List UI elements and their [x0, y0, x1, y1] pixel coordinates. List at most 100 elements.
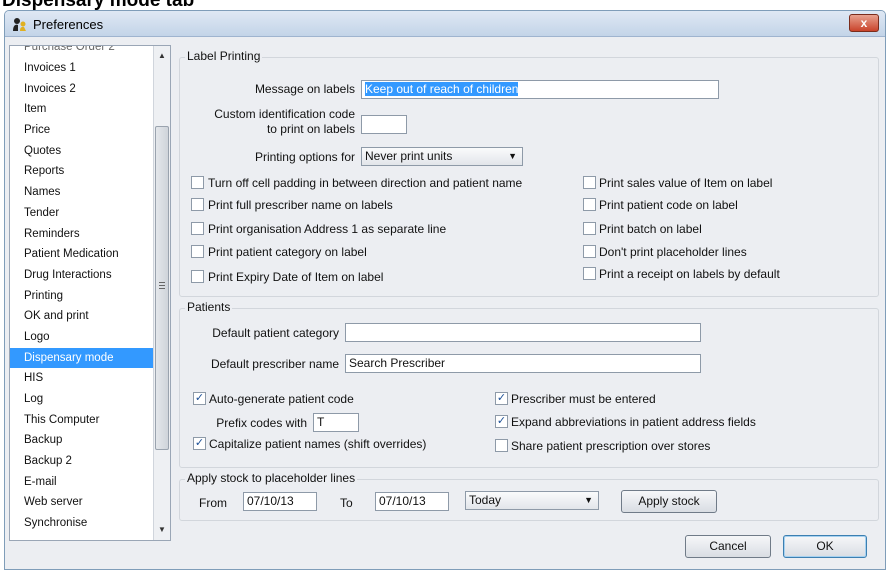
printing-options-label: Printing options for	[254, 150, 355, 164]
prefix-label: Prefix codes with	[216, 416, 307, 430]
apply-stock-title: Apply stock to placeholder lines	[185, 471, 358, 485]
checkbox-patient-code-label: Print patient code on label	[599, 198, 738, 212]
sidebar-item-quotes[interactable]: Quotes	[10, 141, 154, 162]
from-date-input[interactable]: 07/10/13	[243, 492, 317, 511]
checkbox-full-prescriber-label: Print full prescriber name on labels	[208, 198, 393, 212]
checkbox-sales-value[interactable]	[583, 176, 596, 189]
sidebar-item-drug-interactions[interactable]: Drug Interactions	[10, 265, 154, 286]
period-select[interactable]: Today ▼	[465, 491, 599, 510]
preferences-window: Preferences x Purchase Order 2 Invoices 1…	[4, 10, 886, 570]
sidebar-item-synchronise[interactable]: Synchronise	[10, 513, 154, 534]
checkbox-prescriber-required[interactable]: ✓	[495, 392, 508, 405]
sidebar-item-reports[interactable]: Reports	[10, 161, 154, 182]
scroll-up-icon[interactable]: ▲	[154, 48, 170, 64]
sidebar-item-tender[interactable]: Tender	[10, 203, 154, 224]
checkmark-icon: ✓	[194, 392, 205, 404]
checkbox-auto-generate-label: Auto-generate patient code	[209, 392, 354, 406]
sidebar-item-dispensary-mode[interactable]: Dispensary mode	[10, 347, 154, 369]
sidebar-item-purchase-order-2[interactable]: Purchase Order 2	[10, 46, 154, 58]
checkbox-expiry-date-label: Print Expiry Date of Item on label	[208, 270, 384, 284]
checkbox-expiry-date[interactable]	[191, 270, 204, 283]
close-button[interactable]: x	[849, 14, 879, 32]
cancel-button[interactable]: Cancel	[685, 535, 771, 558]
checkbox-expand-abbrev-label: Expand abbreviations in patient address …	[511, 415, 756, 429]
sidebar-item-backup[interactable]: Backup	[10, 430, 154, 451]
checkbox-auto-generate[interactable]: ✓	[193, 392, 206, 405]
message-label: Message on labels	[254, 82, 355, 96]
to-date-input[interactable]: 07/10/13	[375, 492, 449, 511]
sidebar-list: Purchase Order 2 Invoices 1 Invoices 2 Item…	[10, 46, 154, 534]
checkbox-share-prescription[interactable]	[495, 439, 508, 452]
sidebar-item-invoices-2[interactable]: Invoices 2	[10, 79, 154, 100]
checkbox-capitalize[interactable]: ✓	[193, 437, 206, 450]
checkbox-full-prescriber[interactable]	[191, 198, 204, 211]
message-input[interactable]: Keep out of reach of children	[361, 80, 719, 99]
sidebar-item-backup-2[interactable]: Backup 2	[10, 451, 154, 472]
sidebar-item-price[interactable]: Price	[10, 120, 154, 141]
checkbox-patient-category[interactable]	[191, 245, 204, 258]
sidebar-item-item[interactable]: Item	[10, 99, 154, 120]
checkbox-org-address[interactable]	[191, 222, 204, 235]
checkbox-placeholder-lines-label: Don't print placeholder lines	[599, 245, 747, 259]
checkbox-receipt-label: Print a receipt on labels by default	[599, 267, 780, 281]
checkbox-patient-code[interactable]	[583, 198, 596, 211]
sidebar-item-e-mail[interactable]: E-mail	[10, 472, 154, 493]
chevron-down-icon: ▼	[508, 151, 517, 161]
chevron-down-icon: ▼	[584, 495, 593, 505]
ok-button[interactable]: OK	[783, 535, 867, 558]
scroll-thumb[interactable]	[155, 126, 169, 450]
checkbox-prescriber-required-label: Prescriber must be entered	[511, 392, 656, 406]
checkbox-batch[interactable]	[583, 222, 596, 235]
scroll-down-icon[interactable]: ▼	[154, 522, 170, 538]
window-title: Preferences	[33, 17, 104, 32]
checkbox-expand-abbrev[interactable]: ✓	[495, 415, 508, 428]
checkbox-receipt[interactable]	[583, 267, 596, 280]
checkmark-icon: ✓	[496, 415, 507, 427]
title-bar: Preferences x	[5, 11, 885, 37]
sidebar-item-this-computer[interactable]: This Computer	[10, 410, 154, 431]
custom-code-input[interactable]	[361, 115, 407, 134]
app-icon	[13, 18, 26, 31]
default-category-input[interactable]	[345, 323, 701, 342]
sidebar-item-ok-and-print[interactable]: OK and print	[10, 306, 154, 327]
checkbox-cell-padding-label: Turn off cell padding in between directi…	[208, 176, 523, 190]
checkbox-placeholder-lines[interactable]	[583, 245, 596, 258]
default-prescriber-label: Default prescriber name	[210, 357, 339, 371]
sidebar-item-his[interactable]: HIS	[10, 368, 154, 389]
default-prescriber-input[interactable]: Search Prescriber	[345, 354, 701, 373]
sidebar-scrollbar[interactable]: ▲ ▼	[153, 46, 170, 540]
grip-icon	[159, 282, 165, 289]
sidebar-item-reminders[interactable]: Reminders	[10, 224, 154, 245]
message-value: Keep out of reach of children	[365, 82, 519, 96]
to-label: To	[340, 496, 353, 510]
sidebar-item-names[interactable]: Names	[10, 182, 154, 203]
sidebar-item-printing[interactable]: Printing	[10, 286, 154, 307]
checkmark-icon: ✓	[194, 437, 205, 449]
page-heading: Dispensary mode tab	[0, 0, 194, 10]
sidebar-item-web-server[interactable]: Web server	[10, 492, 154, 513]
checkbox-org-address-label: Print organisation Address 1 as separate…	[208, 222, 447, 236]
checkbox-share-prescription-label: Share patient prescription over stores	[511, 439, 711, 453]
prefix-input[interactable]: T	[313, 413, 359, 432]
close-icon: x	[860, 16, 868, 30]
preferences-category-list[interactable]: Purchase Order 2 Invoices 1 Invoices 2 Item…	[9, 45, 171, 541]
checkbox-capitalize-label: Capitalize patient names (shift override…	[209, 437, 427, 451]
checkbox-sales-value-label: Print sales value of Item on label	[599, 176, 773, 190]
default-category-label: Default patient category	[212, 326, 339, 340]
custom-code-label-line1: Custom identification code	[214, 107, 355, 121]
apply-stock-button[interactable]: Apply stock	[621, 490, 717, 513]
sidebar-item-log[interactable]: Log	[10, 389, 154, 410]
sidebar-item-patient-medication[interactable]: Patient Medication	[10, 244, 154, 265]
checkbox-batch-label: Print batch on label	[599, 222, 702, 236]
checkbox-cell-padding[interactable]	[191, 176, 204, 189]
sidebar-item-logo[interactable]: Logo	[10, 327, 154, 348]
checkmark-icon: ✓	[496, 392, 507, 404]
printing-options-value: Never print units	[365, 149, 453, 163]
period-value: Today	[469, 493, 502, 507]
from-label: From	[199, 496, 227, 510]
custom-code-label-line2: to print on labels	[266, 122, 355, 136]
checkbox-patient-category-label: Print patient category on label	[208, 245, 367, 259]
label-printing-title: Label Printing	[185, 49, 263, 63]
printing-options-select[interactable]: Never print units ▼	[361, 147, 523, 166]
sidebar-item-invoices-1[interactable]: Invoices 1	[10, 58, 154, 79]
